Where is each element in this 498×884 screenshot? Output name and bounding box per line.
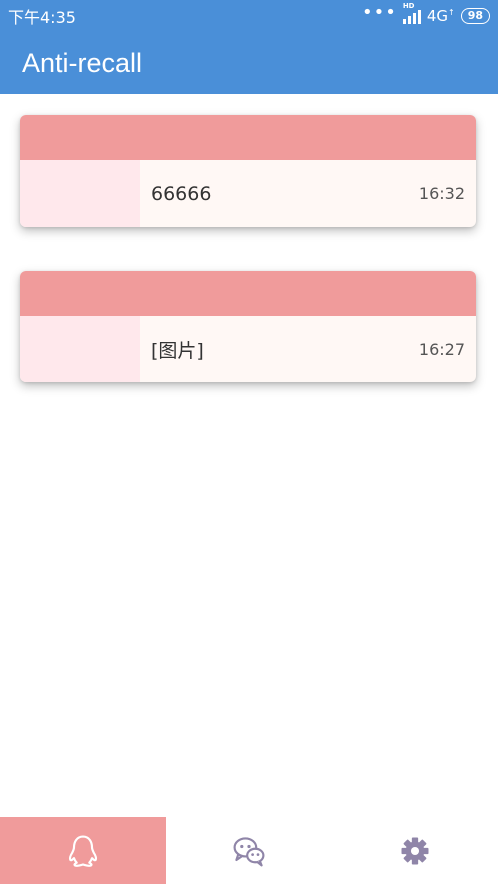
bottom-nav <box>0 817 498 884</box>
message-text: 66666 <box>151 182 212 205</box>
tab-qq[interactable] <box>0 817 166 884</box>
qq-penguin-icon <box>68 835 98 867</box>
tab-settings[interactable] <box>332 817 498 884</box>
battery-icon: 98 <box>460 8 490 24</box>
message-time: 16:32 <box>418 184 465 203</box>
card-header <box>20 115 476 160</box>
status-icons: ••• HD 4G↑ 98 <box>361 2 490 25</box>
network-type: 4G↑ <box>426 7 455 25</box>
hd-label: HD <box>402 2 415 10</box>
card-body: [图片] 16:27 <box>20 316 476 382</box>
more-dots-icon: ••• <box>361 2 397 23</box>
message-text: [图片] <box>151 339 204 362</box>
recalled-message-card[interactable]: [图片] 16:27 <box>20 271 476 382</box>
card-body: 66666 16:32 <box>20 160 476 227</box>
message-time: 16:27 <box>418 339 465 359</box>
app-title: Anti-recall <box>22 47 143 78</box>
recalled-message-card[interactable]: 66666 16:32 <box>20 115 476 227</box>
signal-icon: HD <box>402 2 421 24</box>
wechat-icon <box>233 836 265 866</box>
status-time: 下午4:35 <box>8 8 76 27</box>
avatar <box>20 160 140 227</box>
app-bar: Anti-recall <box>0 32 498 94</box>
status-bar: 下午4:35 ••• HD 4G↑ 98 <box>0 0 498 32</box>
avatar <box>20 316 140 382</box>
gear-icon <box>401 837 429 864</box>
tab-wechat[interactable] <box>166 817 332 884</box>
card-header <box>20 271 476 316</box>
